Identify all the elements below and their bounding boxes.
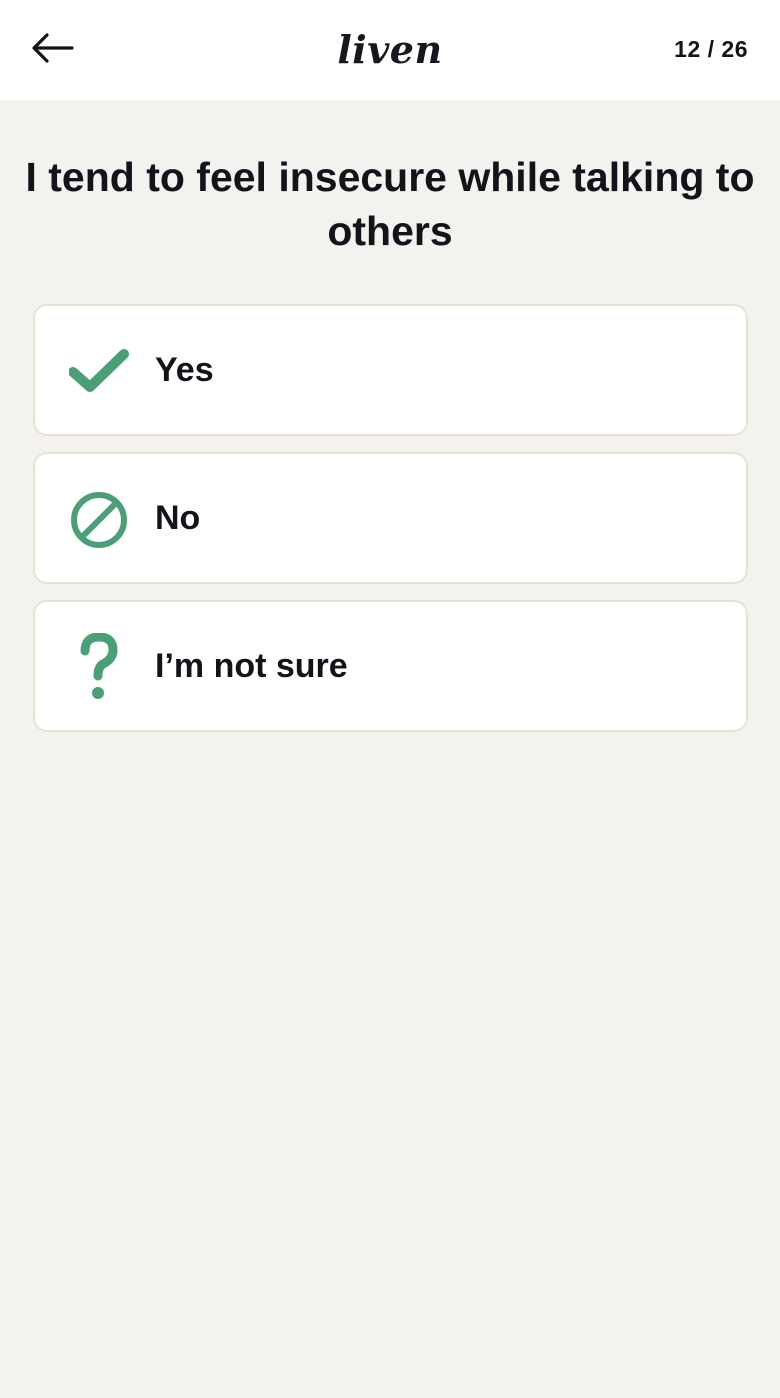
option-label: No [155,499,201,537]
back-button[interactable] [28,28,76,68]
checkmark-icon [69,342,129,402]
top-bar: liven 12 / 26 [0,0,780,100]
question-mark-icon [69,633,129,699]
option-label: Yes [155,351,214,389]
prohibited-icon [69,490,129,550]
app-logo: liven [337,27,443,72]
question-title: I tend to feel insecure while talking to… [25,154,755,254]
progress-counter: 12 / 26 [674,36,748,62]
answer-options: Yes No I’m not sure [33,304,748,748]
option-no[interactable]: No [33,452,748,584]
arrow-left-icon [32,33,74,63]
option-label: I’m not sure [155,647,348,685]
option-yes[interactable]: Yes [33,304,748,436]
option-not-sure[interactable]: I’m not sure [33,600,748,732]
